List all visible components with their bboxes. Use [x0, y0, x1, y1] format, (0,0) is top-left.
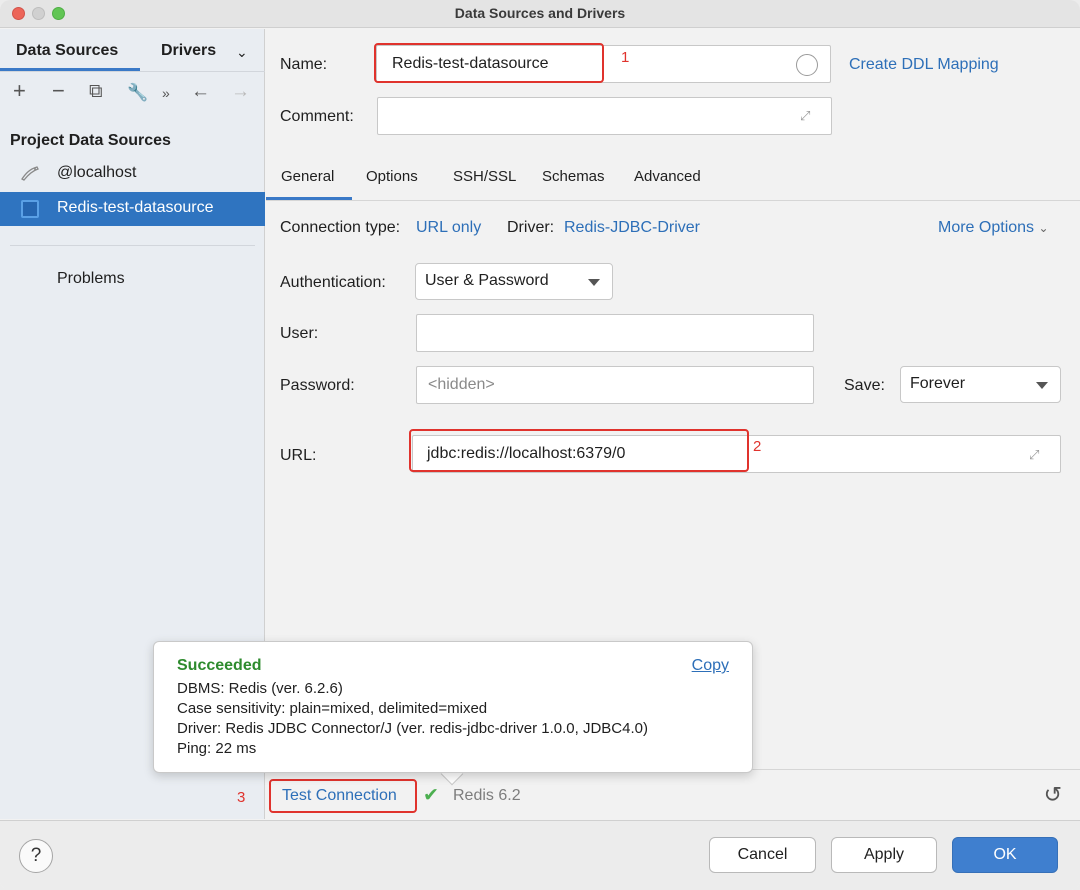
more-icon[interactable]: »: [162, 85, 170, 101]
undo-icon[interactable]: ↺: [1044, 782, 1062, 808]
tab-advanced[interactable]: Advanced: [634, 168, 701, 185]
forward-arrow-icon[interactable]: →: [231, 81, 250, 103]
sidebar-item-label: Redis-test-datasource: [57, 199, 214, 216]
tab-options[interactable]: Options: [366, 168, 418, 185]
redis-icon: [21, 200, 39, 218]
password-input[interactable]: <hidden>: [416, 366, 814, 404]
ok-button[interactable]: OK: [952, 837, 1058, 873]
copy-icon[interactable]: ⧉: [89, 81, 103, 103]
dialog-footer: ? Cancel Apply OK: [0, 820, 1080, 890]
expand-icon[interactable]: ⤢: [1029, 447, 1039, 463]
more-options-label: More Options: [938, 219, 1035, 236]
chevron-down-icon: ⌄: [1038, 221, 1049, 235]
check-icon: ✔: [423, 785, 439, 806]
tab-schemas[interactable]: Schemas: [542, 168, 605, 185]
expand-icon[interactable]: ⤢: [800, 108, 810, 124]
driver-link[interactable]: Redis-JDBC-Driver: [564, 219, 700, 237]
project-data-sources-heading: Project Data Sources: [10, 132, 171, 149]
back-arrow-icon[interactable]: ←: [191, 81, 210, 103]
database-icon: [20, 163, 40, 183]
settings-tabs: General Options SSH/SSL Schemas Advanced: [266, 157, 1080, 201]
case-sensitivity-line: Case sensitivity: plain=mixed, delimited…: [177, 700, 488, 717]
user-label: User:: [280, 325, 319, 342]
password-label: Password:: [280, 377, 355, 394]
sidebar-item-localhost[interactable]: @localhost: [0, 157, 265, 191]
name-label: Name:: [280, 56, 328, 73]
annotation-box-test-connection: [269, 779, 417, 813]
annotation-box-name: [374, 43, 604, 83]
server-version: Redis 6.2: [453, 787, 521, 804]
annotation-number-3: 3: [237, 789, 246, 806]
comment-input[interactable]: [377, 97, 832, 135]
help-icon[interactable]: ?: [19, 839, 53, 873]
sidebar-item-problems[interactable]: Problems: [0, 263, 265, 297]
sidebar-item-label: @localhost: [57, 164, 137, 181]
url-label: URL:: [280, 447, 317, 464]
tab-drivers[interactable]: Drivers: [161, 42, 216, 60]
active-tab-indicator: [266, 197, 352, 200]
copy-link[interactable]: Copy: [692, 657, 729, 675]
password-placeholder: <hidden>: [428, 376, 495, 393]
tab-ssh-ssl[interactable]: SSH/SSL: [453, 168, 516, 185]
dropdown-caret-icon: [1036, 382, 1048, 389]
tab-divider: [0, 71, 265, 72]
authentication-label: Authentication:: [280, 274, 386, 291]
title-bar: Data Sources and Drivers: [0, 0, 1080, 28]
connection-result-popup: Succeeded Copy DBMS: Redis (ver. 6.2.6) …: [153, 641, 753, 773]
cancel-button[interactable]: Cancel: [709, 837, 816, 873]
ping-line: Ping: 22 ms: [177, 740, 257, 757]
dropdown-caret-icon: [588, 279, 600, 286]
tab-general[interactable]: General: [281, 168, 334, 185]
data-sources-dialog: Data Sources and Drivers Data Sources Dr…: [0, 0, 1080, 890]
dbms-line: DBMS: Redis (ver. 6.2.6): [177, 680, 343, 697]
connection-type-label: Connection type:: [280, 219, 401, 236]
remove-icon[interactable]: −: [52, 78, 65, 104]
apply-button[interactable]: Apply: [831, 837, 937, 873]
sidebar-item-redis[interactable]: Redis-test-datasource: [0, 192, 265, 226]
annotation-box-url: [409, 429, 749, 472]
wrench-icon[interactable]: 🔧: [127, 83, 148, 103]
save-value: Forever: [910, 375, 966, 392]
status-succeeded: Succeeded: [177, 657, 262, 674]
more-options-link[interactable]: More Options ⌄: [938, 219, 1049, 237]
save-label: Save:: [844, 377, 885, 394]
authentication-value: User & Password: [425, 272, 549, 289]
tab-data-sources[interactable]: Data Sources: [16, 42, 118, 60]
color-radio[interactable]: [796, 54, 818, 76]
create-ddl-mapping-link[interactable]: Create DDL Mapping: [849, 56, 999, 74]
connection-type-link[interactable]: URL only: [416, 219, 481, 237]
chevron-down-icon[interactable]: ⌄: [236, 44, 248, 61]
sidebar-item-label: Problems: [57, 270, 125, 287]
driver-label: Driver:: [507, 219, 555, 236]
annotation-number-2: 2: [753, 438, 762, 455]
comment-label: Comment:: [280, 108, 354, 125]
window-title: Data Sources and Drivers: [454, 5, 626, 21]
driver-line: Driver: Redis JDBC Connector/J (ver. red…: [177, 720, 648, 737]
save-select[interactable]: Forever: [900, 366, 1061, 403]
annotation-number-1: 1: [621, 49, 630, 66]
authentication-select[interactable]: User & Password: [415, 263, 613, 300]
add-icon[interactable]: +: [13, 78, 26, 104]
sidebar-divider: [10, 245, 255, 246]
user-input[interactable]: [416, 314, 814, 352]
